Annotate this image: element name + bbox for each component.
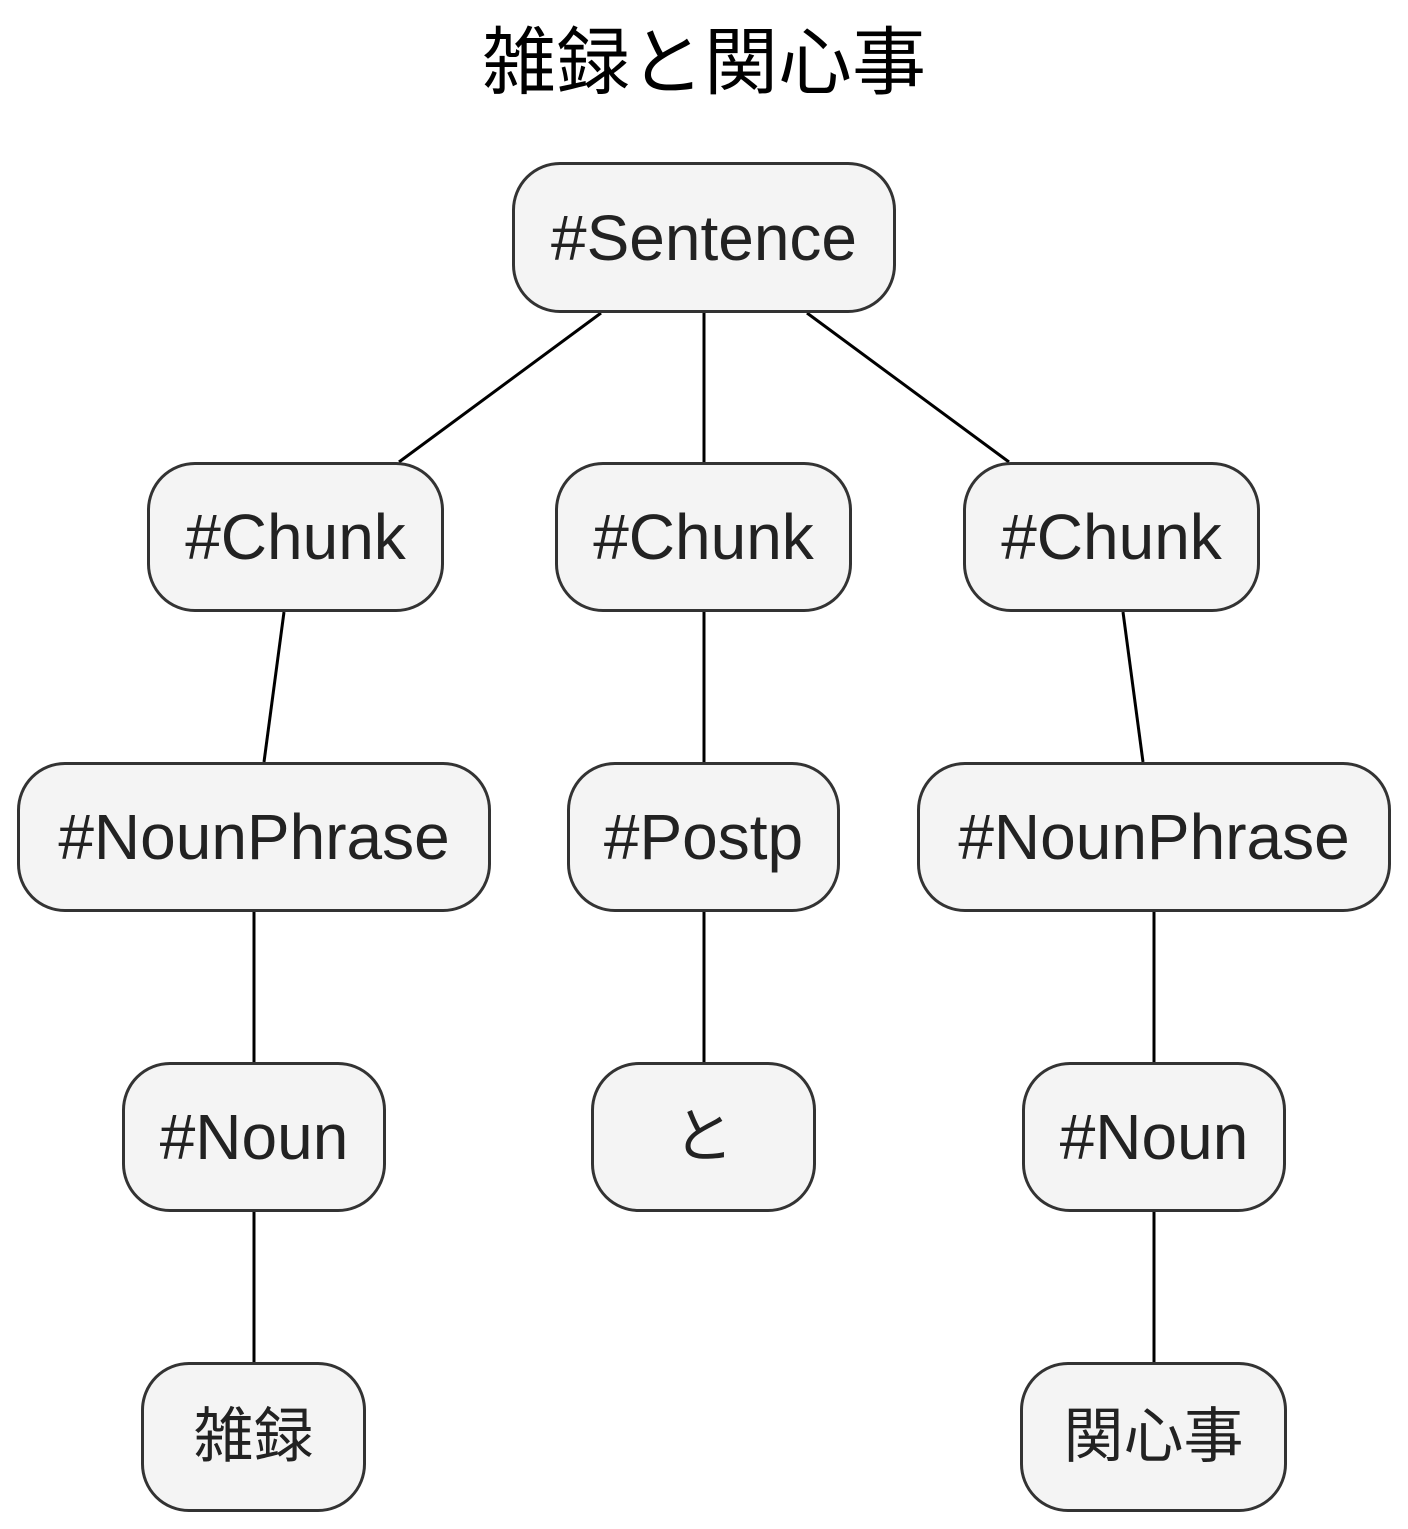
node-postp: #Postp — [567, 762, 840, 912]
node-chunk-mid: #Chunk — [555, 462, 852, 612]
node-to: と — [591, 1062, 816, 1212]
node-nounphrase-left: #NounPhrase — [17, 762, 491, 912]
node-chunk-left: #Chunk — [147, 462, 444, 612]
edge-sentence-chunk-right — [806, 311, 1010, 464]
edge-chunk-left-nounphrase-left — [262, 611, 286, 763]
node-noun-right: #Noun — [1022, 1062, 1286, 1212]
node-nounphrase-right: #NounPhrase — [917, 762, 1391, 912]
edge-sentence-chunk-left — [398, 311, 602, 464]
node-noun-left: #Noun — [122, 1062, 386, 1212]
node-sentence: #Sentence — [512, 162, 896, 313]
node-leaf-left: 雑録 — [141, 1362, 366, 1512]
node-chunk-right: #Chunk — [963, 462, 1260, 612]
node-leaf-right: 関心事 — [1020, 1362, 1287, 1512]
edge-chunk-right-nounphrase-right — [1121, 611, 1145, 763]
